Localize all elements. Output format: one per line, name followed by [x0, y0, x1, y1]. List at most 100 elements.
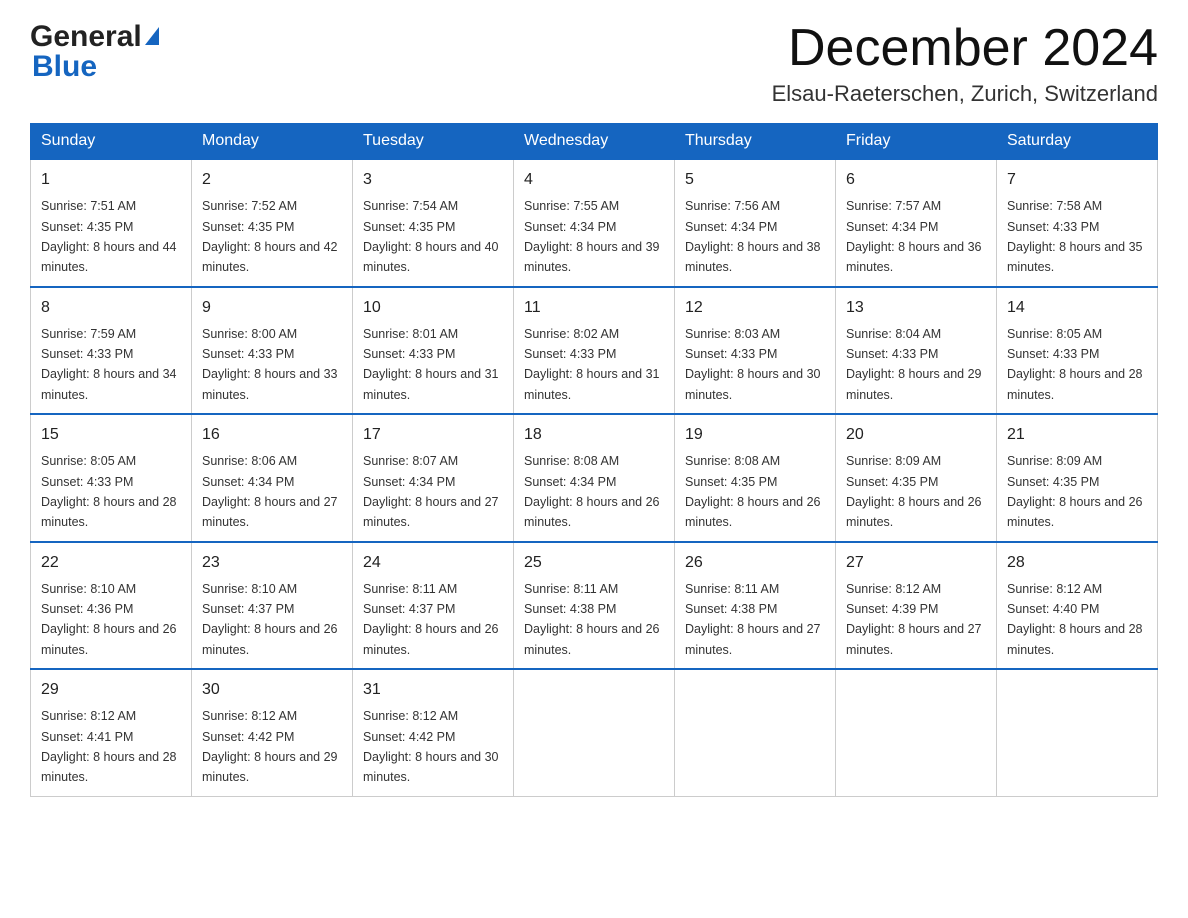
day-info: Sunrise: 8:08 AMSunset: 4:34 PMDaylight:…: [524, 454, 660, 529]
header-friday: Friday: [836, 124, 997, 160]
day-number: 12: [685, 296, 825, 320]
day-info: Sunrise: 8:12 AMSunset: 4:42 PMDaylight:…: [363, 709, 499, 784]
logo-blue-text: Blue: [30, 50, 159, 84]
day-number: 29: [41, 678, 181, 702]
day-info: Sunrise: 8:01 AMSunset: 4:33 PMDaylight:…: [363, 327, 499, 402]
table-cell: [997, 669, 1158, 796]
header-tuesday: Tuesday: [353, 124, 514, 160]
day-info: Sunrise: 8:00 AMSunset: 4:33 PMDaylight:…: [202, 327, 338, 402]
day-number: 3: [363, 168, 503, 192]
day-info: Sunrise: 8:02 AMSunset: 4:33 PMDaylight:…: [524, 327, 660, 402]
table-cell: 17 Sunrise: 8:07 AMSunset: 4:34 PMDaylig…: [353, 414, 514, 542]
day-number: 26: [685, 551, 825, 575]
day-info: Sunrise: 8:12 AMSunset: 4:41 PMDaylight:…: [41, 709, 177, 784]
day-number: 2: [202, 168, 342, 192]
table-cell: 13 Sunrise: 8:04 AMSunset: 4:33 PMDaylig…: [836, 287, 997, 415]
table-cell: [675, 669, 836, 796]
day-number: 8: [41, 296, 181, 320]
day-info: Sunrise: 7:58 AMSunset: 4:33 PMDaylight:…: [1007, 199, 1143, 274]
table-cell: 21 Sunrise: 8:09 AMSunset: 4:35 PMDaylig…: [997, 414, 1158, 542]
day-info: Sunrise: 8:09 AMSunset: 4:35 PMDaylight:…: [846, 454, 982, 529]
header-wednesday: Wednesday: [514, 124, 675, 160]
day-info: Sunrise: 8:10 AMSunset: 4:36 PMDaylight:…: [41, 582, 177, 657]
day-number: 13: [846, 296, 986, 320]
day-number: 31: [363, 678, 503, 702]
table-cell: 8 Sunrise: 7:59 AMSunset: 4:33 PMDayligh…: [31, 287, 192, 415]
logo: General Blue: [30, 20, 159, 84]
day-info: Sunrise: 8:12 AMSunset: 4:42 PMDaylight:…: [202, 709, 338, 784]
day-number: 28: [1007, 551, 1147, 575]
day-info: Sunrise: 8:11 AMSunset: 4:38 PMDaylight:…: [524, 582, 660, 657]
table-cell: 22 Sunrise: 8:10 AMSunset: 4:36 PMDaylig…: [31, 542, 192, 670]
day-number: 23: [202, 551, 342, 575]
day-number: 27: [846, 551, 986, 575]
table-cell: 20 Sunrise: 8:09 AMSunset: 4:35 PMDaylig…: [836, 414, 997, 542]
day-number: 11: [524, 296, 664, 320]
table-cell: 29 Sunrise: 8:12 AMSunset: 4:41 PMDaylig…: [31, 669, 192, 796]
day-number: 15: [41, 423, 181, 447]
day-info: Sunrise: 8:12 AMSunset: 4:39 PMDaylight:…: [846, 582, 982, 657]
table-cell: 15 Sunrise: 8:05 AMSunset: 4:33 PMDaylig…: [31, 414, 192, 542]
day-info: Sunrise: 7:59 AMSunset: 4:33 PMDaylight:…: [41, 327, 177, 402]
day-number: 20: [846, 423, 986, 447]
table-cell: 4 Sunrise: 7:55 AMSunset: 4:34 PMDayligh…: [514, 159, 675, 287]
day-number: 19: [685, 423, 825, 447]
table-cell: 18 Sunrise: 8:08 AMSunset: 4:34 PMDaylig…: [514, 414, 675, 542]
logo-arrow-icon: [145, 27, 159, 45]
day-number: 30: [202, 678, 342, 702]
table-cell: 1 Sunrise: 7:51 AMSunset: 4:35 PMDayligh…: [31, 159, 192, 287]
day-number: 6: [846, 168, 986, 192]
header-thursday: Thursday: [675, 124, 836, 160]
table-cell: 3 Sunrise: 7:54 AMSunset: 4:35 PMDayligh…: [353, 159, 514, 287]
table-cell: 6 Sunrise: 7:57 AMSunset: 4:34 PMDayligh…: [836, 159, 997, 287]
month-title: December 2024: [772, 20, 1158, 77]
table-cell: 31 Sunrise: 8:12 AMSunset: 4:42 PMDaylig…: [353, 669, 514, 796]
days-of-week-row: Sunday Monday Tuesday Wednesday Thursday…: [31, 124, 1158, 160]
header-monday: Monday: [192, 124, 353, 160]
week-row-5: 29 Sunrise: 8:12 AMSunset: 4:41 PMDaylig…: [31, 669, 1158, 796]
day-info: Sunrise: 7:55 AMSunset: 4:34 PMDaylight:…: [524, 199, 660, 274]
day-info: Sunrise: 8:05 AMSunset: 4:33 PMDaylight:…: [1007, 327, 1143, 402]
table-cell: 27 Sunrise: 8:12 AMSunset: 4:39 PMDaylig…: [836, 542, 997, 670]
week-row-3: 15 Sunrise: 8:05 AMSunset: 4:33 PMDaylig…: [31, 414, 1158, 542]
day-info: Sunrise: 8:08 AMSunset: 4:35 PMDaylight:…: [685, 454, 821, 529]
day-number: 14: [1007, 296, 1147, 320]
day-number: 24: [363, 551, 503, 575]
day-number: 9: [202, 296, 342, 320]
table-cell: 5 Sunrise: 7:56 AMSunset: 4:34 PMDayligh…: [675, 159, 836, 287]
day-number: 18: [524, 423, 664, 447]
title-area: December 2024 Elsau-Raeterschen, Zurich,…: [772, 20, 1158, 107]
day-info: Sunrise: 8:12 AMSunset: 4:40 PMDaylight:…: [1007, 582, 1143, 657]
table-cell: 7 Sunrise: 7:58 AMSunset: 4:33 PMDayligh…: [997, 159, 1158, 287]
day-info: Sunrise: 7:52 AMSunset: 4:35 PMDaylight:…: [202, 199, 338, 274]
table-cell: 19 Sunrise: 8:08 AMSunset: 4:35 PMDaylig…: [675, 414, 836, 542]
header-sunday: Sunday: [31, 124, 192, 160]
table-cell: 26 Sunrise: 8:11 AMSunset: 4:38 PMDaylig…: [675, 542, 836, 670]
day-info: Sunrise: 8:11 AMSunset: 4:38 PMDaylight:…: [685, 582, 821, 657]
header-saturday: Saturday: [997, 124, 1158, 160]
day-number: 21: [1007, 423, 1147, 447]
week-row-2: 8 Sunrise: 7:59 AMSunset: 4:33 PMDayligh…: [31, 287, 1158, 415]
page-header: General Blue December 2024 Elsau-Raeters…: [30, 20, 1158, 107]
day-number: 10: [363, 296, 503, 320]
table-cell: 14 Sunrise: 8:05 AMSunset: 4:33 PMDaylig…: [997, 287, 1158, 415]
table-cell: [836, 669, 997, 796]
day-number: 17: [363, 423, 503, 447]
table-cell: [514, 669, 675, 796]
table-cell: 16 Sunrise: 8:06 AMSunset: 4:34 PMDaylig…: [192, 414, 353, 542]
day-info: Sunrise: 7:56 AMSunset: 4:34 PMDaylight:…: [685, 199, 821, 274]
table-cell: 2 Sunrise: 7:52 AMSunset: 4:35 PMDayligh…: [192, 159, 353, 287]
day-info: Sunrise: 8:04 AMSunset: 4:33 PMDaylight:…: [846, 327, 982, 402]
table-cell: 23 Sunrise: 8:10 AMSunset: 4:37 PMDaylig…: [192, 542, 353, 670]
week-row-4: 22 Sunrise: 8:10 AMSunset: 4:36 PMDaylig…: [31, 542, 1158, 670]
day-number: 22: [41, 551, 181, 575]
day-info: Sunrise: 8:10 AMSunset: 4:37 PMDaylight:…: [202, 582, 338, 657]
table-cell: 25 Sunrise: 8:11 AMSunset: 4:38 PMDaylig…: [514, 542, 675, 670]
week-row-1: 1 Sunrise: 7:51 AMSunset: 4:35 PMDayligh…: [31, 159, 1158, 287]
day-info: Sunrise: 7:51 AMSunset: 4:35 PMDaylight:…: [41, 199, 177, 274]
calendar-table: Sunday Monday Tuesday Wednesday Thursday…: [30, 123, 1158, 797]
table-cell: 12 Sunrise: 8:03 AMSunset: 4:33 PMDaylig…: [675, 287, 836, 415]
day-number: 1: [41, 168, 181, 192]
day-info: Sunrise: 7:54 AMSunset: 4:35 PMDaylight:…: [363, 199, 499, 274]
table-cell: 30 Sunrise: 8:12 AMSunset: 4:42 PMDaylig…: [192, 669, 353, 796]
